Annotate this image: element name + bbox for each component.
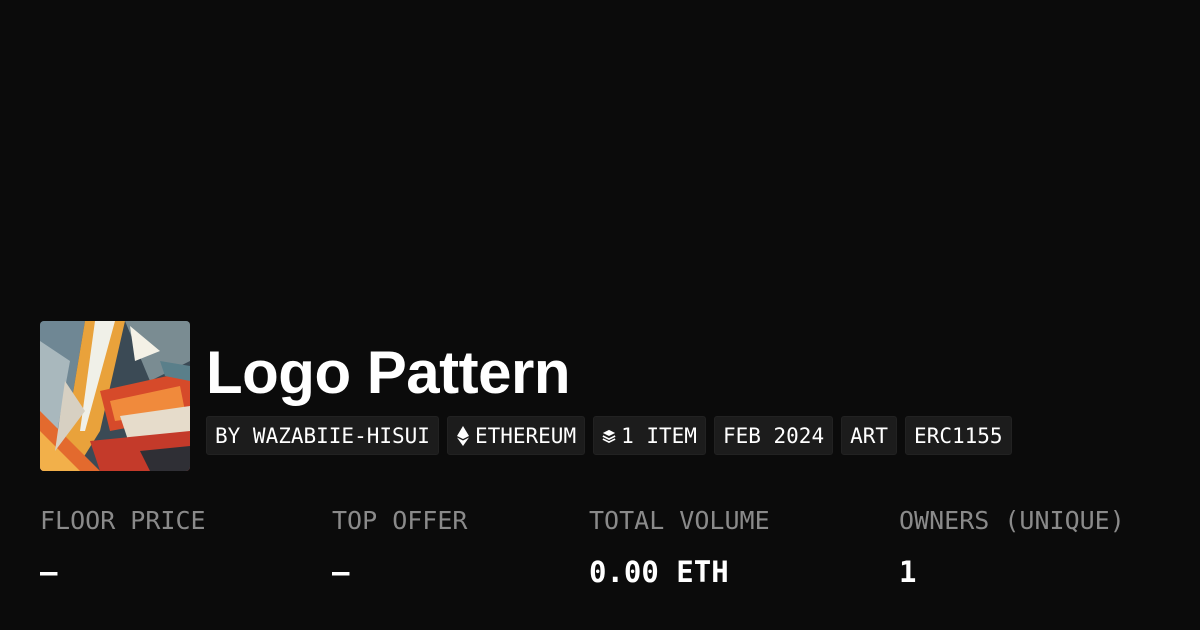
category-label: ART [850,423,889,448]
item-count-tag: 1 ITEM [593,416,706,455]
stat-total-volume: TOTAL VOLUME 0.00 ETH [589,504,770,592]
collection-title: Logo Pattern [206,339,571,406]
date-label: FEB 2024 [722,423,825,448]
stat-label: FLOOR PRICE [40,506,206,535]
collection-card: Logo Pattern BY WAZABIIE-HISUI ETHEREUM [0,0,1200,630]
stat-top-offer: TOP OFFER – [332,504,467,592]
standard-tag: ERC1155 [905,416,1012,455]
date-tag: FEB 2024 [713,416,834,455]
abstract-art-thumbnail [40,321,190,471]
stat-value: 1 [899,555,917,589]
category-tag[interactable]: ART [841,416,898,455]
stat-label: OWNERS (UNIQUE) [899,506,1125,535]
collection-thumbnail [40,321,190,471]
chain-tag[interactable]: ETHEREUM [446,416,586,455]
creator-label: BY WAZABIIE-HISUI [215,423,430,448]
creator-tag[interactable]: BY WAZABIIE-HISUI [206,416,439,455]
stat-value: – [40,555,58,589]
stat-value: 0.00 ETH [589,555,729,589]
stat-value: – [332,555,350,589]
stat-owners: OWNERS (UNIQUE) 1 [899,504,1125,592]
standard-label: ERC1155 [914,423,1003,448]
stat-label: TOP OFFER [332,506,468,535]
item-count-label: 1 ITEM [621,423,697,448]
chain-label: ETHEREUM [474,423,577,448]
ethereum-icon [456,425,470,446]
layers-icon [602,426,616,446]
stat-label: TOTAL VOLUME [589,506,770,535]
tag-list: BY WAZABIIE-HISUI ETHEREUM 1 ITEM FEB 20… [206,416,1012,455]
stat-floor-price: FLOOR PRICE – [40,504,206,592]
